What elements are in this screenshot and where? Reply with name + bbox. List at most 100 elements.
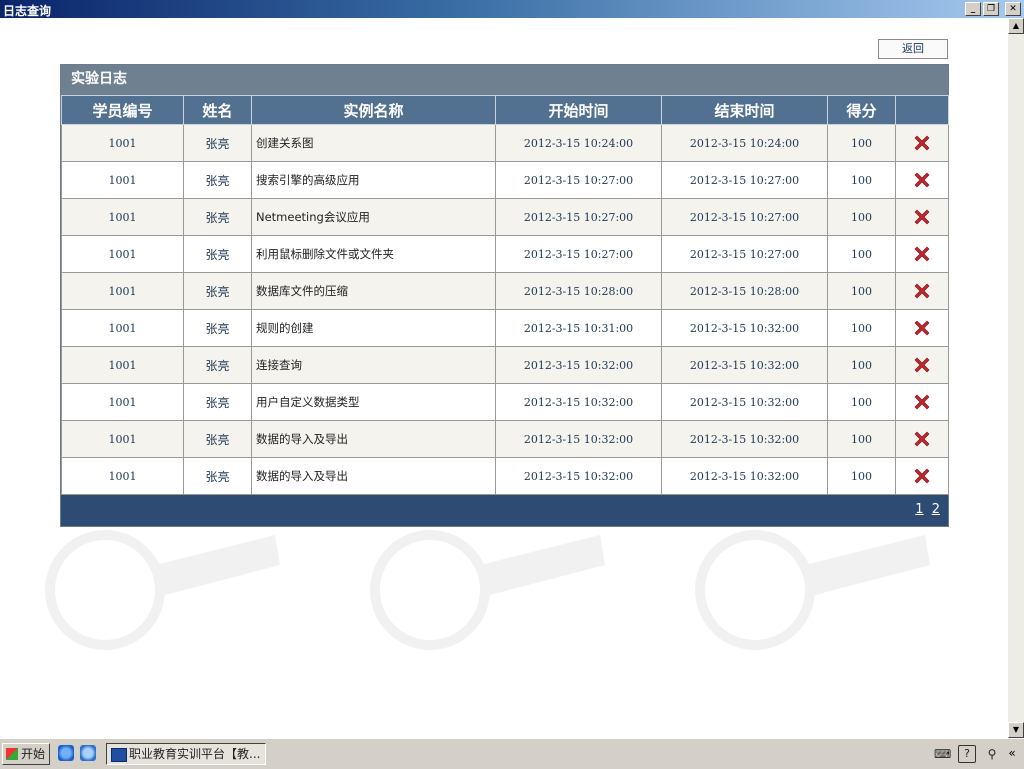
column-header-student-id[interactable]: 学员编号 bbox=[61, 95, 184, 125]
table-row: 1001 张亮 搜索引擎的高级应用 2012-3-15 10:27:00 2012-3-… bbox=[61, 161, 949, 199]
end-time-cell: 2012-3-15 10:27:00 bbox=[661, 161, 828, 199]
column-header-example[interactable]: 实例名称 bbox=[251, 95, 496, 125]
delete-x-icon[interactable] bbox=[912, 244, 932, 264]
delete-x-icon[interactable] bbox=[912, 207, 932, 227]
start-time-cell: 2012-3-15 10:31:00 bbox=[495, 309, 662, 347]
scroll-up-icon[interactable]: ▲ bbox=[1008, 18, 1024, 34]
table-row: 1001 张亮 利用鼠标删除文件或文件夹 2012-3-15 10:27:00 2012… bbox=[61, 235, 949, 273]
end-time-cell: 2012-3-15 10:32:00 bbox=[661, 309, 828, 347]
end-time-cell: 2012-3-15 10:32:00 bbox=[661, 383, 828, 421]
end-time-cell: 2012-3-15 10:28:00 bbox=[661, 272, 828, 310]
start-time-cell: 2012-3-15 10:27:00 bbox=[495, 235, 662, 273]
example-name-cell: Netmeeting会议应用 bbox=[251, 198, 496, 236]
window-title-bar: 日志查询 _ ❐ ✕ bbox=[0, 0, 1024, 18]
internet-explorer-icon[interactable] bbox=[58, 745, 74, 761]
minimize-icon[interactable]: _ bbox=[965, 2, 981, 16]
example-name-cell: 数据的导入及导出 bbox=[251, 420, 496, 458]
back-button[interactable]: 返回 bbox=[878, 39, 948, 59]
column-header-start-time[interactable]: 开始时间 bbox=[495, 95, 662, 125]
pin-icon[interactable]: ⚲ bbox=[984, 746, 1000, 762]
watermark-logo bbox=[370, 530, 605, 650]
delete-x-icon[interactable] bbox=[912, 281, 932, 301]
example-name-cell: 规则的创建 bbox=[251, 309, 496, 347]
tray-expand-button[interactable]: « bbox=[1004, 744, 1020, 762]
score-cell: 100 bbox=[827, 198, 896, 236]
panel-title: 实验日志 bbox=[61, 65, 948, 95]
start-time-cell: 2012-3-15 10:32:00 bbox=[495, 346, 662, 384]
experiment-log-panel: 实验日志 学员编号 姓名 实例名称 开始时间 结束时间 得分 1001 张亮 创建关… bbox=[60, 64, 949, 527]
student-name-cell: 张亮 bbox=[183, 457, 252, 495]
delete-x-icon[interactable] bbox=[912, 429, 932, 449]
start-button[interactable]: 开始 bbox=[2, 743, 50, 765]
delete-x-icon[interactable] bbox=[912, 318, 932, 338]
delete-cell bbox=[895, 124, 949, 162]
example-name-cell: 用户自定义数据类型 bbox=[251, 383, 496, 421]
student-name-cell: 张亮 bbox=[183, 309, 252, 347]
end-time-cell: 2012-3-15 10:32:00 bbox=[661, 457, 828, 495]
delete-cell bbox=[895, 235, 949, 273]
delete-cell bbox=[895, 198, 949, 236]
page-link-1[interactable]: 1 bbox=[915, 502, 923, 517]
score-cell: 100 bbox=[827, 309, 896, 347]
window-controls: _ ❐ ✕ bbox=[965, 2, 1021, 16]
student-name-cell: 张亮 bbox=[183, 383, 252, 421]
taskbar-window-label: 职业教育实训平台【教... bbox=[129, 747, 261, 761]
page-link-2[interactable]: 2 bbox=[932, 502, 940, 517]
start-time-cell: 2012-3-15 10:24:00 bbox=[495, 124, 662, 162]
delete-cell bbox=[895, 161, 949, 199]
student-name-cell: 张亮 bbox=[183, 198, 252, 236]
delete-cell bbox=[895, 457, 949, 495]
example-name-cell: 搜索引擎的高级应用 bbox=[251, 161, 496, 199]
table-row: 1001 张亮 Netmeeting会议应用 2012-3-15 10:27:00 20… bbox=[61, 198, 949, 236]
example-name-cell: 利用鼠标删除文件或文件夹 bbox=[251, 235, 496, 273]
student-id-cell: 1001 bbox=[61, 272, 184, 310]
taskbar-window-button[interactable]: 职业教育实训平台【教... bbox=[106, 743, 266, 765]
delete-x-icon[interactable] bbox=[912, 133, 932, 153]
score-cell: 100 bbox=[827, 124, 896, 162]
column-header-score[interactable]: 得分 bbox=[827, 95, 896, 125]
close-icon[interactable]: ✕ bbox=[1005, 2, 1021, 16]
student-name-cell: 张亮 bbox=[183, 235, 252, 273]
start-time-cell: 2012-3-15 10:27:00 bbox=[495, 161, 662, 199]
example-name-cell: 数据的导入及导出 bbox=[251, 457, 496, 495]
keyboard-icon[interactable]: ⌨ bbox=[934, 746, 951, 762]
student-id-cell: 1001 bbox=[61, 309, 184, 347]
scroll-down-icon[interactable]: ▼ bbox=[1008, 722, 1024, 738]
delete-x-icon[interactable] bbox=[912, 392, 932, 412]
start-time-cell: 2012-3-15 10:32:00 bbox=[495, 457, 662, 495]
score-cell: 100 bbox=[827, 235, 896, 273]
end-time-cell: 2012-3-15 10:27:00 bbox=[661, 235, 828, 273]
end-time-cell: 2012-3-15 10:24:00 bbox=[661, 124, 828, 162]
delete-x-icon[interactable] bbox=[912, 466, 932, 486]
table-row: 1001 张亮 连接查询 2012-3-15 10:32:00 2012-3-15 10… bbox=[61, 346, 949, 384]
restore-icon[interactable]: ❐ bbox=[983, 2, 999, 16]
delete-x-icon[interactable] bbox=[912, 170, 932, 190]
student-id-cell: 1001 bbox=[61, 198, 184, 236]
delete-x-icon[interactable] bbox=[912, 355, 932, 375]
score-cell: 100 bbox=[827, 272, 896, 310]
student-id-cell: 1001 bbox=[61, 346, 184, 384]
system-tray: ⌨ ? ⚲ bbox=[934, 745, 1000, 763]
column-header-name[interactable]: 姓名 bbox=[183, 95, 252, 125]
vertical-scrollbar[interactable]: ▲ ▼ bbox=[1008, 18, 1024, 738]
student-id-cell: 1001 bbox=[61, 420, 184, 458]
table-header-row: 学员编号 姓名 实例名称 开始时间 结束时间 得分 bbox=[61, 95, 949, 125]
start-time-cell: 2012-3-15 10:32:00 bbox=[495, 420, 662, 458]
example-name-cell: 连接查询 bbox=[251, 346, 496, 384]
score-cell: 100 bbox=[827, 457, 896, 495]
student-name-cell: 张亮 bbox=[183, 161, 252, 199]
column-header-end-time[interactable]: 结束时间 bbox=[661, 95, 828, 125]
window-title: 日志查询 bbox=[3, 4, 52, 18]
example-name-cell: 数据库文件的压缩 bbox=[251, 272, 496, 310]
student-name-cell: 张亮 bbox=[183, 420, 252, 458]
start-time-cell: 2012-3-15 10:27:00 bbox=[495, 198, 662, 236]
end-time-cell: 2012-3-15 10:27:00 bbox=[661, 198, 828, 236]
end-time-cell: 2012-3-15 10:32:00 bbox=[661, 346, 828, 384]
panel-footer: 1 2 bbox=[61, 495, 948, 526]
student-name-cell: 张亮 bbox=[183, 124, 252, 162]
student-id-cell: 1001 bbox=[61, 383, 184, 421]
help-icon[interactable]: ? bbox=[958, 745, 976, 763]
browser-quicklaunch-icon[interactable] bbox=[80, 745, 96, 761]
end-time-cell: 2012-3-15 10:32:00 bbox=[661, 420, 828, 458]
log-table: 学员编号 姓名 实例名称 开始时间 结束时间 得分 1001 张亮 创建关系图 201… bbox=[61, 95, 949, 495]
